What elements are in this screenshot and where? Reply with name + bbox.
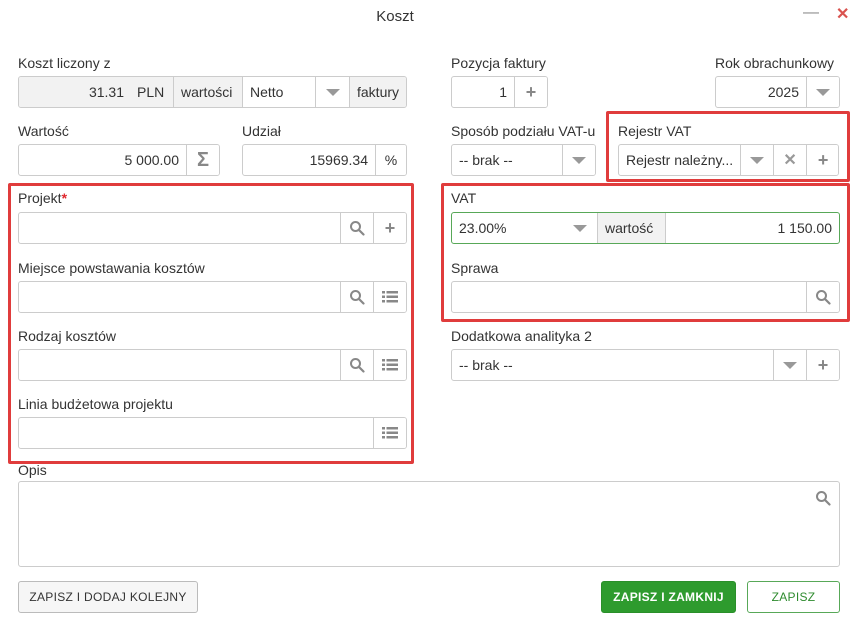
sposob-label: Sposób podziału VAT-u — [451, 123, 596, 139]
rok-dropdown-icon[interactable] — [806, 77, 839, 107]
koszt-liczony-amount: 31.31 — [19, 77, 131, 107]
rodzaj-input[interactable] — [19, 350, 340, 380]
vat-rate-dropdown-icon[interactable] — [563, 213, 597, 243]
faktury-label: faktury — [349, 77, 406, 107]
pozycja-plus-icon[interactable]: + — [514, 77, 547, 107]
vat-group: 23.00% wartość 1 150.00 — [451, 212, 840, 244]
rodzaj-label: Rodzaj kosztów — [18, 328, 117, 344]
miejsce-input[interactable] — [19, 282, 340, 312]
close-icon[interactable]: ✕ — [836, 4, 849, 24]
linia-list-icon[interactable] — [373, 418, 406, 448]
analityka-label: Dodatkowa analityka 2 — [451, 328, 592, 344]
rodzaj-search-icon[interactable] — [340, 350, 373, 380]
analityka-plus-icon[interactable]: + — [806, 350, 839, 380]
rejestr-plus-icon[interactable]: + — [806, 145, 838, 175]
analityka-dropdown-icon[interactable] — [773, 350, 806, 380]
koszt-liczony-group: 31.31 PLN wartości Netto faktury — [18, 76, 407, 108]
netto-dropdown-icon[interactable] — [315, 77, 349, 107]
rejestr-select[interactable]: Rejestr należny... ✕ + — [618, 144, 839, 176]
projekt-search-icon[interactable] — [340, 213, 373, 243]
sprawa-label: Sprawa — [451, 260, 499, 276]
save-and-add-button[interactable]: ZAPISZ I DODAJ KOLEJNY — [18, 581, 198, 613]
rejestr-label: Rejestr VAT — [618, 123, 692, 139]
koszt-liczony-label: Koszt liczony z — [18, 55, 111, 71]
sprawa-input[interactable] — [452, 282, 806, 312]
linia-field — [18, 417, 407, 449]
projekt-input[interactable] — [19, 213, 340, 243]
wartosc-field: 5 000.00 Σ — [18, 144, 220, 176]
udzial-input[interactable]: 15969.34 — [243, 145, 375, 175]
miejsce-label: Miejsce powstawania kosztów — [18, 260, 205, 276]
miejsce-list-icon[interactable] — [373, 282, 406, 312]
udzial-label: Udział — [242, 123, 281, 139]
sigma-icon[interactable]: Σ — [186, 145, 219, 175]
sposob-dropdown-icon[interactable] — [562, 145, 595, 175]
sprawa-search-icon[interactable] — [806, 282, 839, 312]
pozycja-input[interactable]: 1 — [452, 77, 514, 107]
percent-unit: % — [375, 145, 406, 175]
pozycja-field: 1 + — [451, 76, 548, 108]
wartosci-label: wartości — [173, 77, 242, 107]
rok-select[interactable]: 2025 — [715, 76, 840, 108]
opis-label: Opis — [18, 462, 47, 478]
rok-label: Rok obrachunkowy — [715, 55, 835, 71]
required-mark: * — [61, 190, 68, 206]
wartosc-label: Wartość — [18, 123, 69, 139]
rok-value: 2025 — [767, 84, 799, 100]
vat-label: VAT — [451, 190, 477, 206]
minimize-icon[interactable]: — — [803, 4, 819, 22]
rejestr-value: Rejestr należny... — [626, 152, 734, 168]
projekt-plus-icon[interactable]: + — [373, 213, 406, 243]
miejsce-search-icon[interactable] — [340, 282, 373, 312]
netto-select-value[interactable]: Netto — [242, 77, 315, 107]
linia-label: Linia budżetowa projektu — [18, 396, 173, 412]
linia-input[interactable] — [19, 418, 373, 448]
sposob-select[interactable]: -- brak -- — [451, 144, 596, 176]
vat-rate-value[interactable]: 23.00% — [452, 213, 563, 243]
rodzaj-field — [18, 349, 407, 381]
currency-label: PLN — [131, 77, 173, 107]
pozycja-label: Pozycja faktury — [451, 55, 546, 71]
sprawa-field — [451, 281, 840, 313]
vat-wartosc-label: wartość — [597, 213, 665, 243]
sposob-value: -- brak -- — [459, 152, 513, 168]
rejestr-clear-icon[interactable]: ✕ — [773, 145, 807, 175]
vat-value-input[interactable]: 1 150.00 — [665, 213, 839, 243]
udzial-field: 15969.34 % — [242, 144, 407, 176]
analityka-select[interactable]: -- brak -- + — [451, 349, 840, 381]
analityka-value: -- brak -- — [459, 357, 513, 373]
rodzaj-list-icon[interactable] — [373, 350, 406, 380]
save-and-close-button[interactable]: ZAPISZ I ZAMKNIJ — [601, 581, 736, 613]
opis-textarea[interactable] — [18, 481, 840, 567]
wartosc-input[interactable]: 5 000.00 — [19, 145, 186, 175]
opis-search-icon[interactable] — [815, 490, 831, 509]
window-title: Koszt — [376, 8, 414, 25]
save-button[interactable]: ZAPISZ — [747, 581, 840, 613]
miejsce-field — [18, 281, 407, 313]
projekt-field: + — [18, 212, 407, 244]
rejestr-dropdown-icon[interactable] — [740, 145, 774, 175]
projekt-label: Projekt* — [18, 190, 68, 206]
